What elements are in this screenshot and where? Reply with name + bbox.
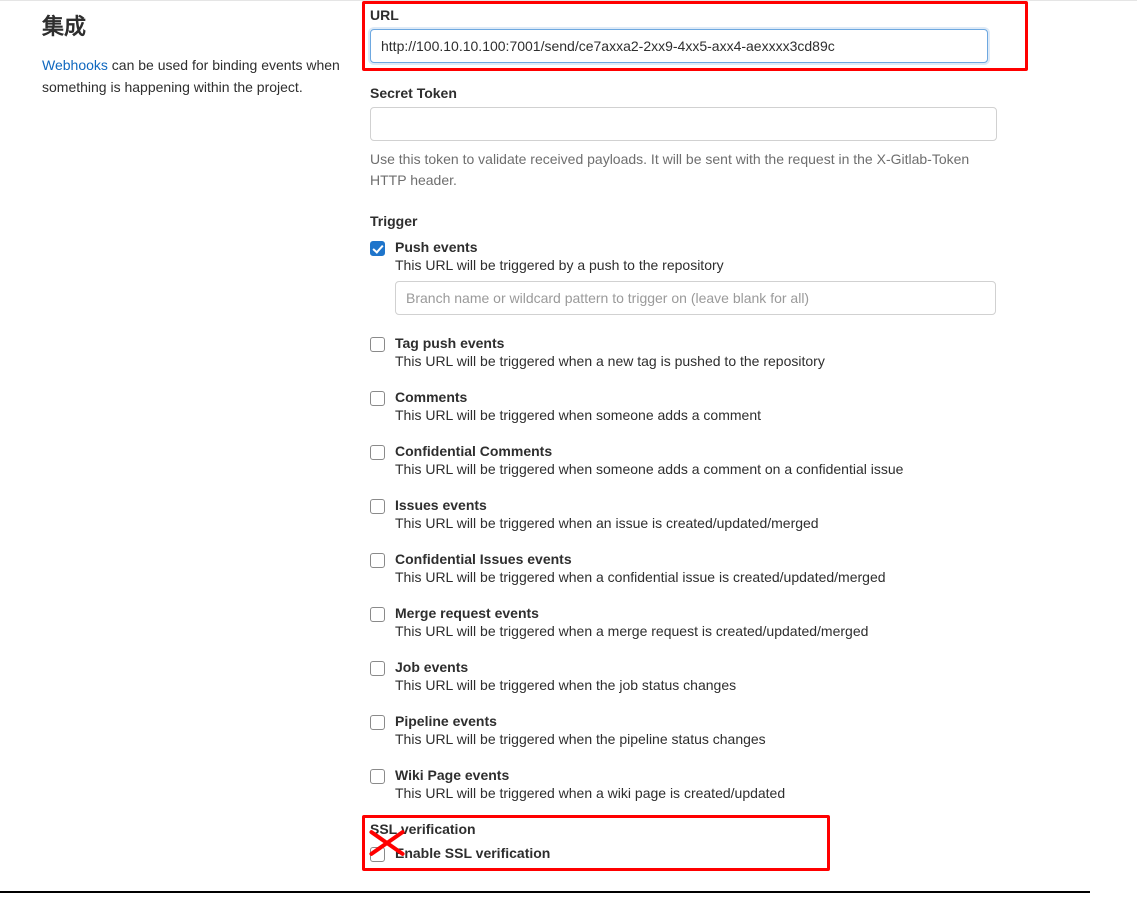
trigger-item: Pipeline events This URL will be triggere… xyxy=(370,713,1097,747)
trigger-item: Confidential Comments This URL will be tr… xyxy=(370,443,1097,477)
branch-filter-input[interactable] xyxy=(395,281,996,315)
trigger-item: Tag push events This URL will be triggere… xyxy=(370,335,1097,369)
trigger-description: This URL will be triggered when a merge … xyxy=(395,623,1097,639)
trigger-checkbox[interactable] xyxy=(370,499,385,514)
trigger-checkbox[interactable] xyxy=(370,553,385,568)
trigger-item: Issues events This URL will be triggered … xyxy=(370,497,1097,531)
section-description: Webhooks can be used for binding events … xyxy=(42,55,350,98)
trigger-label: Trigger xyxy=(370,213,1097,229)
trigger-checkbox[interactable] xyxy=(370,391,385,406)
trigger-title: Confidential Issues events xyxy=(395,551,1097,567)
trigger-item: Confidential Issues events This URL will … xyxy=(370,551,1097,585)
trigger-description: This URL will be triggered when a wiki p… xyxy=(395,785,1097,801)
form-area: URL Secret Token Use this token to valid… xyxy=(370,7,1137,880)
section-title: 集成 xyxy=(42,9,350,41)
trigger-title: Comments xyxy=(395,389,1097,405)
trigger-description: This URL will be triggered when a confid… xyxy=(395,569,1097,585)
trigger-title: Wiki Page events xyxy=(395,767,1097,783)
trigger-checkbox[interactable] xyxy=(370,241,385,256)
trigger-title: Push events xyxy=(395,239,1097,255)
trigger-description: This URL will be triggered when someone … xyxy=(395,407,1097,423)
trigger-checkbox[interactable] xyxy=(370,769,385,784)
trigger-item: Wiki Page events This URL will be trigger… xyxy=(370,767,1097,801)
secret-token-input[interactable] xyxy=(370,107,997,141)
trigger-title: Job events xyxy=(395,659,1097,675)
trigger-checkbox[interactable] xyxy=(370,337,385,352)
trigger-title: Pipeline events xyxy=(395,713,1097,729)
enable-ssl-checkbox[interactable] xyxy=(370,847,385,862)
trigger-item: Merge request events This URL will be tri… xyxy=(370,605,1097,639)
trigger-list: Push events This URL will be triggered by… xyxy=(370,239,1097,801)
trigger-description: This URL will be triggered when a new ta… xyxy=(395,353,1097,369)
trigger-title: Tag push events xyxy=(395,335,1097,351)
trigger-description: This URL will be triggered when an issue… xyxy=(395,515,1097,531)
webhooks-link[interactable]: Webhooks xyxy=(42,57,108,73)
url-label: URL xyxy=(370,7,1097,23)
trigger-title: Confidential Comments xyxy=(395,443,1097,459)
trigger-title: Merge request events xyxy=(395,605,1097,621)
trigger-description: This URL will be triggered by a push to … xyxy=(395,257,1097,273)
trigger-checkbox[interactable] xyxy=(370,661,385,676)
trigger-item: Push events This URL will be triggered by… xyxy=(370,239,1097,315)
bottom-divider xyxy=(0,891,1090,893)
trigger-item: Job events This URL will be triggered whe… xyxy=(370,659,1097,693)
secret-token-help: Use this token to validate received payl… xyxy=(370,149,997,191)
trigger-description: This URL will be triggered when the job … xyxy=(395,677,1097,693)
url-input[interactable] xyxy=(370,29,988,63)
trigger-checkbox[interactable] xyxy=(370,607,385,622)
trigger-description: This URL will be triggered when someone … xyxy=(395,461,1097,477)
secret-token-label: Secret Token xyxy=(370,85,1097,101)
trigger-description: This URL will be triggered when the pipe… xyxy=(395,731,1097,747)
trigger-checkbox[interactable] xyxy=(370,715,385,730)
ssl-verification-label: SSL verification xyxy=(370,821,1097,837)
enable-ssl-label: Enable SSL verification xyxy=(395,845,1097,861)
sidebar-section: 集成 Webhooks can be used for binding even… xyxy=(0,7,370,880)
trigger-title: Issues events xyxy=(395,497,1097,513)
trigger-item: Comments This URL will be triggered when … xyxy=(370,389,1097,423)
trigger-checkbox[interactable] xyxy=(370,445,385,460)
